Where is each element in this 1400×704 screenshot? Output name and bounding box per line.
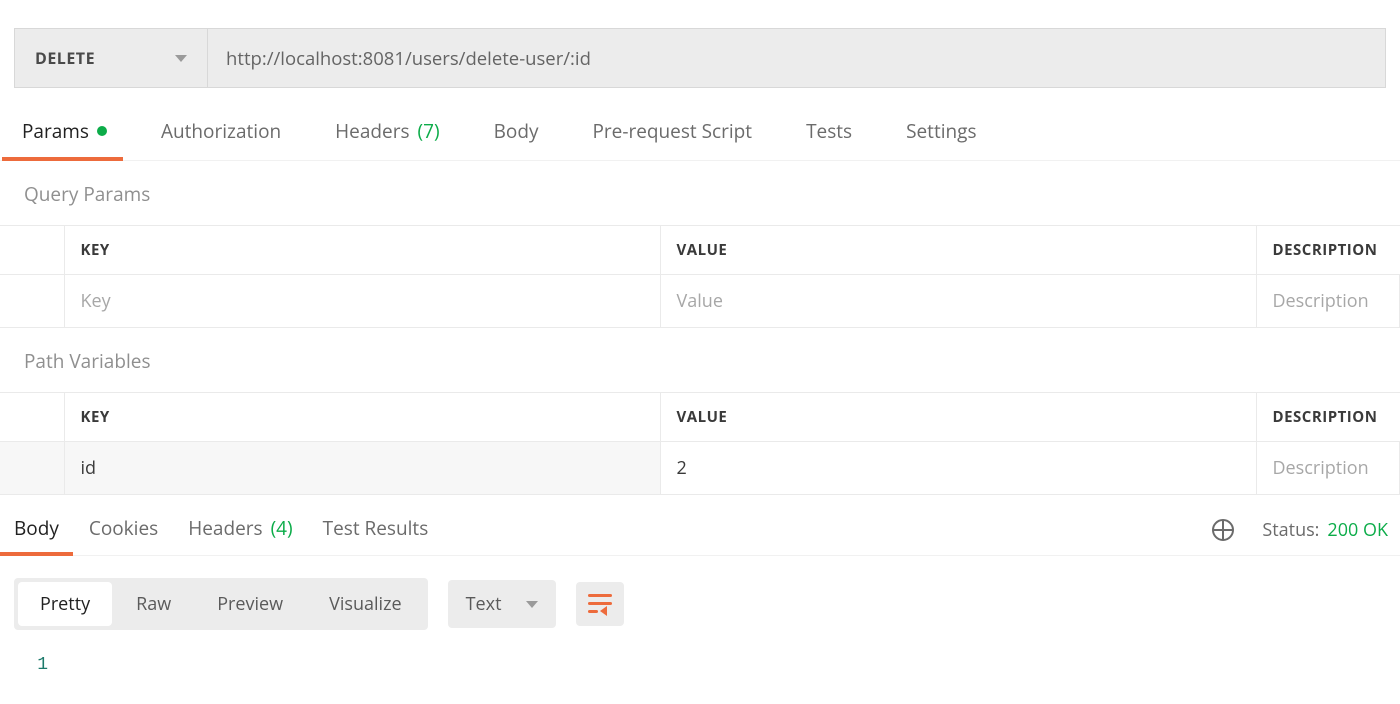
column-key: KEY <box>64 393 660 442</box>
query-param-key-input[interactable]: Key <box>64 275 660 328</box>
column-value: VALUE <box>660 393 1256 442</box>
column-key: KEY <box>64 226 660 275</box>
response-tab-test-results[interactable]: Test Results <box>321 505 431 555</box>
view-mode-preview[interactable]: Preview <box>195 582 305 626</box>
column-value: VALUE <box>660 226 1256 275</box>
path-var-key-input[interactable]: id <box>64 442 660 495</box>
response-status: Status: 200 OK <box>1262 518 1388 542</box>
tab-body[interactable]: Body <box>492 118 541 160</box>
view-mode-group: Pretty Raw Preview Visualize <box>14 578 428 630</box>
tab-settings[interactable]: Settings <box>904 118 978 160</box>
http-method-label: DELETE <box>35 47 95 69</box>
query-params-heading: Query Params <box>0 161 1400 225</box>
chevron-down-icon <box>526 601 538 608</box>
view-mode-visualize[interactable]: Visualize <box>307 582 424 626</box>
view-mode-raw[interactable]: Raw <box>114 582 193 626</box>
row-handle[interactable] <box>0 442 64 495</box>
wrap-lines-icon <box>588 594 612 614</box>
chevron-down-icon <box>175 55 187 62</box>
tab-headers[interactable]: Headers (7) <box>333 118 441 160</box>
path-var-row: id 2 Description <box>0 442 1400 495</box>
request-url-text: http://localhost:8081/users/delete-user/… <box>226 46 591 71</box>
table-handle-col <box>0 226 64 275</box>
line-number: 1 <box>14 655 64 675</box>
path-var-value-input[interactable]: 2 <box>660 442 1256 495</box>
response-toolbar: Pretty Raw Preview Visualize Text <box>0 556 1400 642</box>
request-tabs: Params Authorization Headers (7) Body Pr… <box>0 118 1400 161</box>
response-tab-cookies[interactable]: Cookies <box>87 505 160 555</box>
tab-tests[interactable]: Tests <box>804 118 854 160</box>
query-param-new-row: Key Value Description <box>0 275 1400 328</box>
response-tab-body[interactable]: Body <box>12 505 61 555</box>
column-desc: DESCRIPTION <box>1256 226 1400 275</box>
path-var-desc-input[interactable]: Description <box>1256 442 1400 495</box>
query-param-value-input[interactable]: Value <box>660 275 1256 328</box>
params-active-dot-icon <box>97 126 107 136</box>
tab-authorization[interactable]: Authorization <box>159 118 283 160</box>
view-mode-pretty[interactable]: Pretty <box>18 582 112 626</box>
status-value: 200 OK <box>1327 518 1388 542</box>
http-method-select[interactable]: DELETE <box>14 28 208 88</box>
globe-icon[interactable] <box>1212 519 1234 541</box>
tab-params[interactable]: Params <box>20 118 109 160</box>
column-desc: DESCRIPTION <box>1256 393 1400 442</box>
response-tab-headers[interactable]: Headers (4) <box>186 505 294 555</box>
path-variables-heading: Path Variables <box>0 328 1400 392</box>
content-type-label: Text <box>466 592 502 616</box>
wrap-lines-button[interactable] <box>576 582 624 626</box>
tab-prerequest[interactable]: Pre-request Script <box>590 118 754 160</box>
headers-count-badge: (7) <box>418 118 440 144</box>
response-headers-count: (4) <box>271 515 293 541</box>
path-variables-table: KEY VALUE DESCRIPTION id 2 Description <box>0 392 1400 495</box>
row-handle[interactable] <box>0 275 64 328</box>
response-bar: Body Cookies Headers (4) Test Results St… <box>0 505 1400 556</box>
request-url-input[interactable]: http://localhost:8081/users/delete-user/… <box>208 28 1386 88</box>
table-handle-col <box>0 393 64 442</box>
status-label: Status: <box>1262 518 1319 542</box>
content-type-select[interactable]: Text <box>448 580 556 628</box>
query-param-desc-input[interactable]: Description <box>1256 275 1400 328</box>
table-header-row: KEY VALUE DESCRIPTION <box>0 226 1400 275</box>
query-params-table: KEY VALUE DESCRIPTION Key Value Descript… <box>0 225 1400 328</box>
table-header-row: KEY VALUE DESCRIPTION <box>0 393 1400 442</box>
response-body[interactable]: 1 <box>0 642 1400 704</box>
